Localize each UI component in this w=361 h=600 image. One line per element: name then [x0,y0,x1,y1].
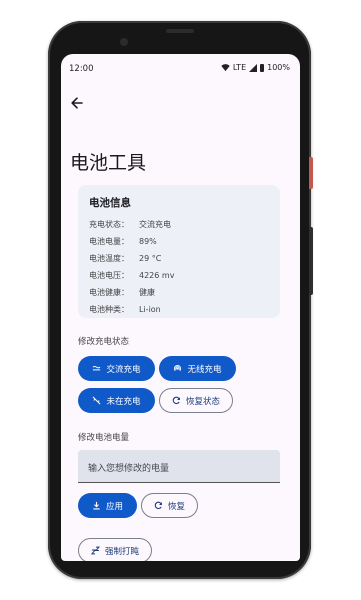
info-row-technology: 电池种类： Li-ion [89,305,161,314]
battery-icon [260,63,265,72]
ac-charging-button[interactable]: 交流充电 [78,356,155,381]
ac-charging-label: 交流充电 [106,364,141,375]
battery-info-card: 电池信息 充电状态： 交流充电 电池电量： 89% 电池温度： 29 °C 电池电压：… [78,185,280,318]
download-icon [93,501,100,510]
info-row-charge-status: 充电状态： 交流充电 [89,220,171,229]
info-row-voltage: 电池电压： 4226 mv [89,271,175,280]
force-doze-label: 强制打盹 [104,546,139,557]
info-row-health: 电池健康： 健康 [89,288,155,297]
not-charging-button[interactable]: 未在充电 [78,388,155,413]
apply-label: 应用 [105,501,123,512]
battery-level-input[interactable]: 输入您想修改的电量 [78,450,280,483]
wireless-charging-button[interactable]: 无线充电 [159,356,236,381]
battery-level-label: 修改电池电量 [78,433,130,443]
battery-percent: 100% [267,63,290,72]
network-label: LTE [232,63,247,72]
not-charging-label: 未在充电 [106,396,141,407]
speaker-grille [166,29,194,33]
wireless-charging-icon [174,364,182,372]
apply-button[interactable]: 应用 [78,493,137,518]
info-row-temperature: 电池温度： 29 °C [89,254,162,263]
battery-info-title: 电池信息 [89,197,131,209]
back-arrow-icon[interactable] [70,96,84,110]
power-button [309,157,313,189]
signal-icon [249,63,258,72]
status-time: 12:00 [69,64,94,74]
camera-icon [120,38,128,46]
wifi-icon [221,64,230,72]
refresh-icon [154,501,162,510]
charge-state-label: 修改充电状态 [78,337,130,347]
restore-level-button[interactable]: 恢复 [141,493,198,518]
screen: 12:00 LTE 100% 电池工具 电池信息 充电状态： 交流充电 电池电量：… [61,54,300,561]
sleep-zz-icon [90,546,100,555]
ac-power-icon [93,365,101,371]
wireless-charging-label: 无线充电 [187,364,222,375]
power-off-icon [93,396,101,405]
status-icons: LTE 100% [221,63,290,72]
battery-level-placeholder: 输入您想修改的电量 [88,464,170,474]
volume-button [309,227,313,295]
restore-state-label: 恢复状态 [185,396,220,407]
refresh-icon [172,396,180,405]
info-row-level: 电池电量： 89% [89,237,157,246]
status-bar: 12:00 LTE 100% [61,54,300,84]
force-doze-button[interactable]: 强制打盹 [78,538,152,561]
restore-level-label: 恢复 [167,501,185,512]
page-title: 电池工具 [70,152,147,174]
restore-state-button[interactable]: 恢复状态 [159,388,233,413]
